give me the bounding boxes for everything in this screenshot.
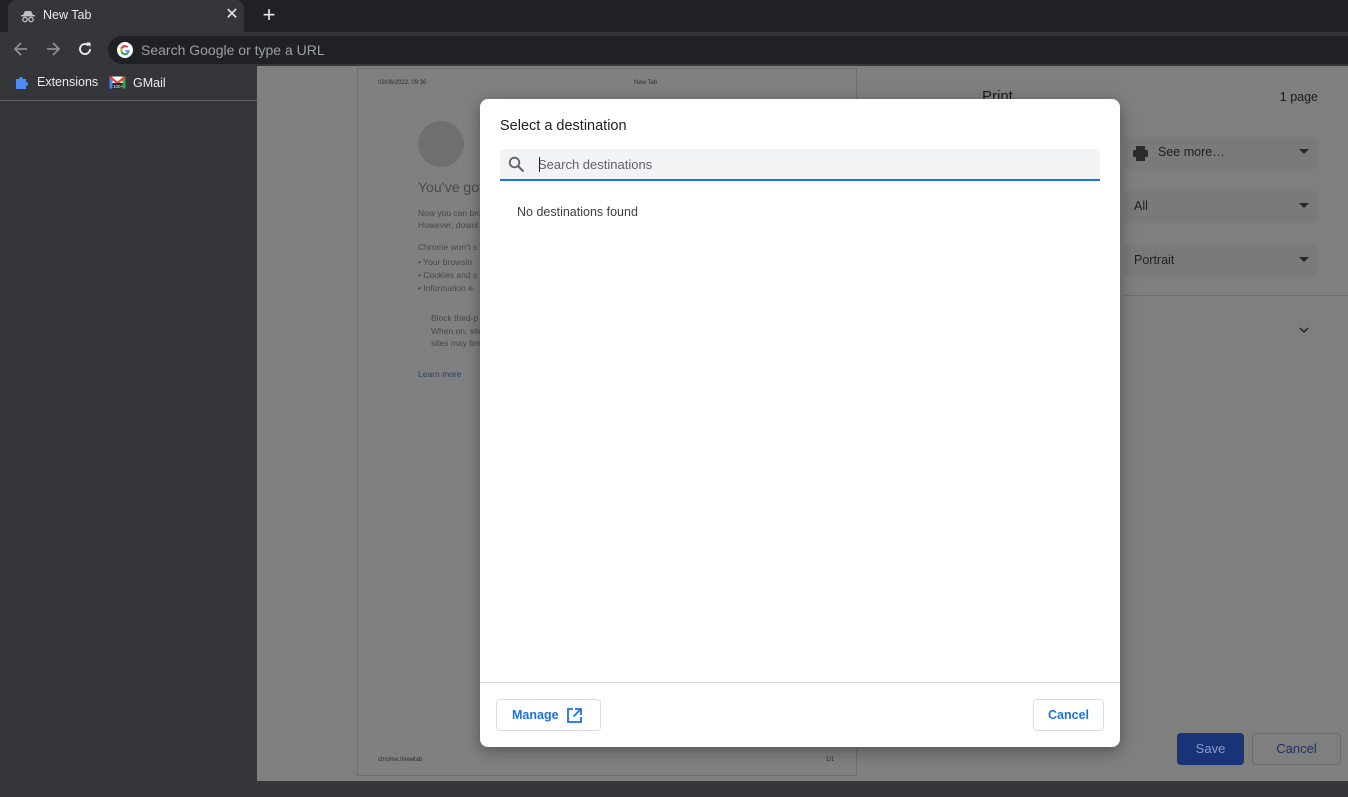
page-line-3: Chrome won’t s — [418, 242, 478, 252]
more-settings-chevron-icon[interactable] — [1298, 324, 1310, 336]
no-destinations-message: No destinations found — [517, 205, 638, 219]
page-block-1: Block third-p — [431, 313, 479, 323]
new-tab-plus-icon[interactable]: + — [259, 4, 279, 26]
bookmark-gmail[interactable]: 100+ GMail — [109, 74, 166, 91]
page-header-date: 03/06/2022, 09:36 — [378, 80, 427, 86]
destination-select[interactable]: See more… — [1124, 137, 1317, 169]
pages-value: All — [1134, 199, 1148, 213]
layout-value: Portrait — [1134, 253, 1175, 267]
bookmark-extensions[interactable]: Extensions — [14, 74, 98, 90]
page-line-2: However, downl — [418, 220, 479, 230]
manage-label: Manage — [512, 708, 559, 722]
tab-title: New Tab — [43, 8, 92, 22]
tab-strip: New Tab ✕ + — [0, 0, 1348, 32]
page-block-2: When on, site — [431, 326, 483, 336]
address-bar-placeholder: Search Google or type a URL — [141, 42, 325, 58]
incognito-page-icon — [418, 121, 464, 167]
printer-icon — [1133, 146, 1148, 161]
page-footer-url: chrome://newtab — [378, 757, 423, 763]
destination-value: See more… — [1158, 145, 1225, 159]
page-header-title: New Tab — [634, 80, 658, 86]
browser-toolbar: Search Google or type a URL — [0, 32, 1348, 66]
forward-arrow-icon[interactable] — [43, 39, 63, 59]
tab-new-tab[interactable]: New Tab ✕ — [8, 0, 244, 32]
search-icon — [508, 156, 525, 173]
google-logo-icon — [117, 42, 133, 58]
bookmarks-divider — [0, 100, 257, 101]
save-button[interactable]: Save — [1177, 733, 1244, 765]
dialog-cancel-button[interactable]: Cancel — [1033, 699, 1104, 731]
search-destinations-input[interactable] — [538, 149, 1088, 179]
page-bullet-3: • Information e — [418, 283, 473, 293]
page-footer-number: 1/1 — [826, 757, 835, 763]
page-bullet-2: • Cookies and s — [418, 270, 478, 280]
destination-chevron-icon — [1299, 149, 1309, 154]
address-bar[interactable]: Search Google or type a URL — [108, 36, 1348, 64]
dialog-footer-divider — [480, 682, 1120, 683]
dialog-title: Select a destination — [500, 118, 627, 134]
bookmarks-bar: Extensions 100+ GMail — [0, 66, 257, 100]
page-block-3: sites may bre — [431, 338, 482, 348]
select-destination-dialog: Select a destination No destinations fou… — [480, 99, 1120, 747]
svg-text:100+: 100+ — [113, 84, 124, 89]
page-heading: You’ve got — [418, 179, 483, 195]
page-line-1: Now you can bro — [418, 208, 482, 218]
pages-select[interactable]: All — [1124, 191, 1317, 223]
page-bullet-1: • Your browsin — [418, 257, 473, 267]
page-learn-more: Learn more — [418, 369, 462, 379]
layout-chevron-icon — [1299, 257, 1309, 262]
close-tab-icon[interactable]: ✕ — [223, 6, 241, 24]
open-in-new-icon — [567, 708, 582, 723]
layout-select[interactable]: Portrait — [1124, 245, 1317, 277]
search-destinations-box[interactable] — [500, 149, 1100, 181]
reload-icon[interactable] — [75, 39, 95, 59]
pages-chevron-icon — [1299, 203, 1309, 208]
page-count: 1 page — [1279, 90, 1318, 104]
bookmark-gmail-label: GMail — [133, 75, 166, 90]
incognito-icon — [20, 8, 36, 24]
text-cursor — [539, 157, 540, 172]
print-cancel-button[interactable]: Cancel — [1252, 733, 1341, 765]
back-arrow-icon[interactable] — [11, 39, 31, 59]
settings-divider — [1124, 295, 1348, 296]
manage-button[interactable]: Manage — [496, 699, 601, 731]
puzzle-icon — [16, 77, 28, 89]
gmail-icon: 100+ — [109, 76, 126, 89]
bookmark-extensions-label: Extensions — [37, 75, 99, 89]
